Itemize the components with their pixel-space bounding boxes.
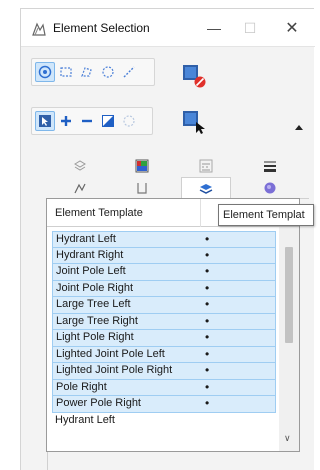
list-item-marker: • — [205, 330, 210, 344]
list-item-name: Power Pole Right — [56, 397, 141, 409]
column-tooltip: Element Templat — [218, 204, 314, 226]
attribute-tabs-row-1 — [47, 155, 309, 177]
line-select-icon — [123, 66, 135, 78]
list-item-marker: • — [205, 396, 210, 410]
list-item-name: Hydrant Left — [56, 233, 116, 245]
template-tab-icon — [199, 184, 213, 194]
weight-tab-icon — [264, 161, 276, 172]
list-item[interactable]: Hydrant Left • — [52, 231, 276, 248]
attribute-tabs-row-2 — [47, 177, 309, 200]
list-item[interactable]: Pole Right • — [52, 379, 276, 396]
list-item[interactable]: Large Tree Right • — [52, 313, 276, 330]
individual-select-button[interactable] — [35, 62, 55, 82]
add-icon — [61, 116, 71, 126]
shape-select-button[interactable] — [77, 62, 97, 82]
line-select-button[interactable] — [119, 62, 139, 82]
clear-icon — [123, 115, 135, 127]
list-item-name: Large Tree Right — [56, 314, 138, 327]
list-item-marker: • — [205, 313, 210, 328]
tab-weight[interactable] — [245, 155, 295, 177]
list-item[interactable]: Hydrant Left — [52, 412, 276, 429]
tab-element-template[interactable] — [181, 177, 231, 200]
list-item-marker: • — [205, 363, 210, 377]
list-item-name: Joint Pole Right — [56, 281, 134, 294]
maximize-button[interactable]: ☐ — [237, 17, 263, 39]
style-tab-icon — [199, 159, 213, 173]
clear-mode-button[interactable] — [119, 111, 139, 131]
list-item-name: Large Tree Left — [56, 298, 131, 310]
list-item[interactable]: Lighted Joint Pole Right • — [52, 363, 276, 380]
column-header-element-template[interactable]: Element Template — [55, 207, 143, 219]
color-tab-icon — [135, 159, 149, 173]
new-selection-icon — [39, 115, 51, 127]
list-item-marker: • — [205, 264, 210, 278]
list-item[interactable]: Hydrant Right • — [52, 247, 276, 264]
list-item-marker: • — [205, 232, 210, 246]
new-selection-button[interactable] — [35, 111, 55, 131]
list-item[interactable]: Power Pole Right • — [52, 396, 276, 413]
list-item-name: Hydrant Left — [55, 413, 115, 426]
list-item[interactable]: Large Tree Left • — [52, 297, 276, 314]
list-item-name: Joint Pole Left — [56, 265, 126, 277]
list-rows: Hydrant Left • Hydrant Right • Joint Pole Le… — [52, 231, 276, 429]
list-item[interactable]: Light Pole Right • — [52, 330, 276, 347]
list-item-name: Lighted Joint Pole Left — [56, 347, 165, 360]
title-bar: Element Selection — ☐ ✕ — [21, 9, 315, 47]
tab-symbology[interactable] — [245, 177, 295, 199]
add-mode-button[interactable] — [56, 111, 76, 131]
selection-mode-toolbar — [31, 107, 153, 135]
level-tab-icon — [74, 160, 86, 171]
tab-level[interactable] — [55, 155, 105, 177]
selection-method-toolbar — [31, 58, 155, 86]
circle-select-button[interactable] — [98, 62, 118, 82]
tab-class[interactable] — [117, 177, 167, 199]
tab-color[interactable] — [117, 155, 167, 177]
list-item-name: Lighted Joint Pole Right — [56, 364, 173, 376]
block-select-icon — [60, 67, 72, 77]
column-divider[interactable] — [200, 199, 201, 227]
collapse-arrow-icon[interactable] — [295, 125, 303, 130]
scrollbar-thumb[interactable] — [285, 247, 293, 343]
window-title: Element Selection — [53, 21, 150, 35]
select-all-icon[interactable] — [181, 109, 207, 135]
tab-element-type[interactable] — [55, 177, 105, 199]
minimize-button[interactable]: — — [201, 17, 227, 39]
list-item[interactable]: Lighted Joint Pole Left • — [52, 346, 276, 363]
scroll-down-arrow-icon[interactable]: ∨ — [284, 433, 291, 444]
clear-selection-icon[interactable] — [181, 63, 207, 89]
element-type-tab-icon — [74, 183, 86, 194]
subtract-mode-button[interactable] — [77, 111, 97, 131]
list-item-name: Pole Right — [56, 380, 107, 393]
list-item-marker: • — [205, 297, 210, 311]
list-item-marker: • — [205, 379, 210, 394]
list-item-marker: • — [205, 280, 210, 295]
element-selection-app-icon — [32, 22, 46, 36]
symbology-tab-icon — [264, 182, 276, 194]
circle-select-icon — [102, 66, 114, 78]
block-select-button[interactable] — [56, 62, 76, 82]
list-item-marker: • — [205, 247, 210, 262]
individual-select-icon — [38, 65, 52, 79]
tab-style[interactable] — [181, 155, 231, 177]
element-template-list[interactable]: Element Template Hydrant Left • Hydrant Ri… — [46, 198, 300, 452]
list-item-name: Light Pole Right — [56, 331, 134, 343]
list-item-name: Hydrant Right — [56, 248, 124, 261]
shape-select-icon — [81, 67, 92, 77]
vertical-scrollbar[interactable]: ∨ — [279, 227, 299, 451]
class-tab-icon — [137, 183, 147, 194]
subtract-icon — [82, 119, 92, 123]
close-button[interactable]: ✕ — [279, 17, 305, 39]
list-item-marker: • — [205, 346, 210, 361]
list-item[interactable]: Joint Pole Right • — [52, 280, 276, 297]
invert-icon — [102, 115, 114, 127]
invert-mode-button[interactable] — [98, 111, 118, 131]
list-item[interactable]: Joint Pole Left • — [52, 264, 276, 281]
